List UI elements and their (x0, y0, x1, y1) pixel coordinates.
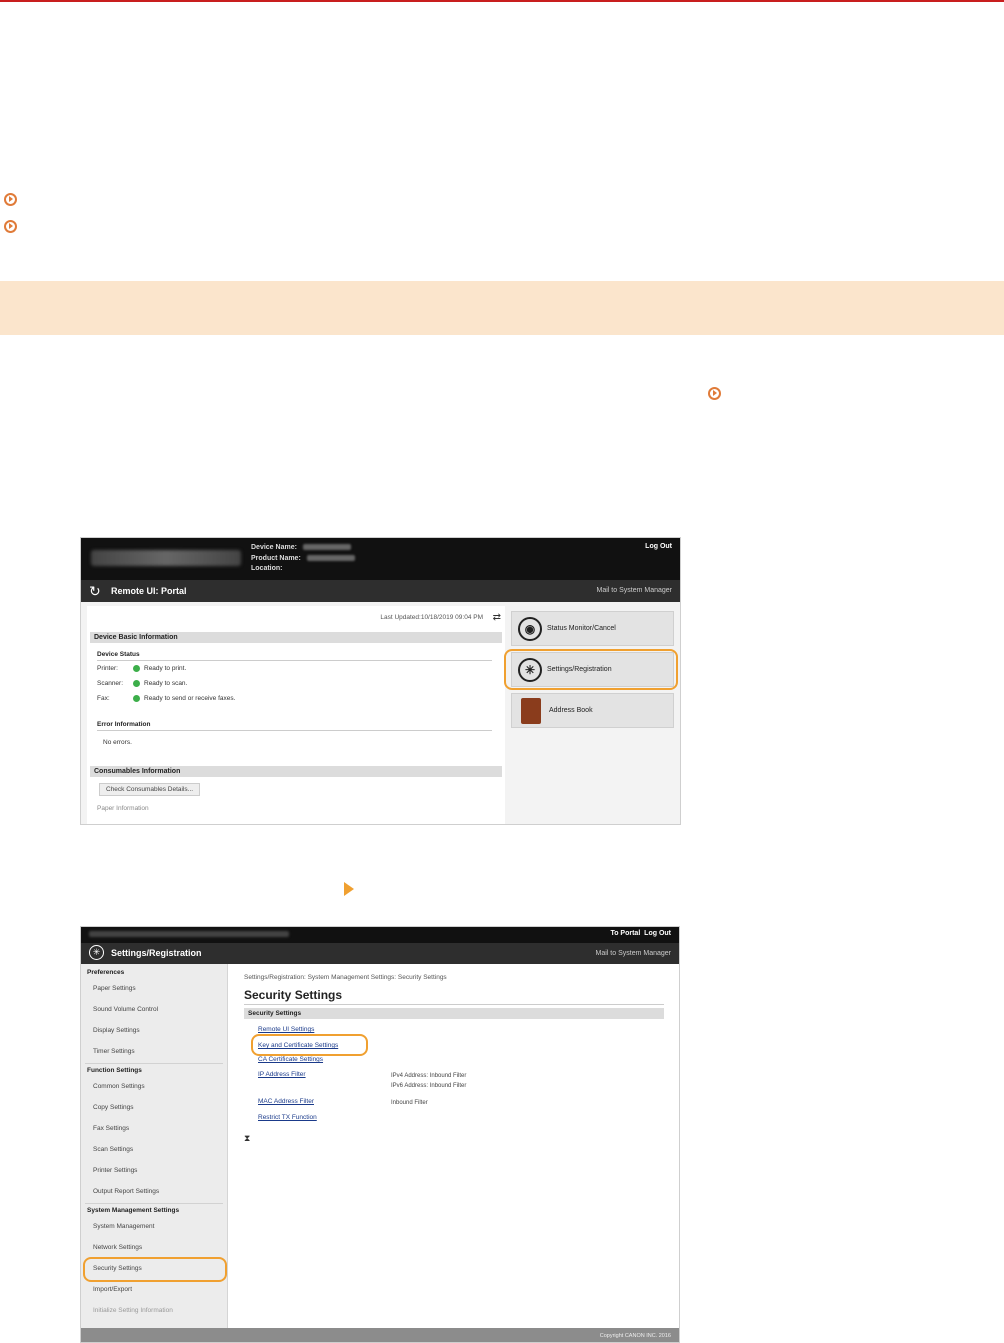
top-rule (0, 0, 1004, 2)
breadcrumb: Settings/Registration: System Management… (244, 974, 447, 981)
back-to-top-icon[interactable]: ⧗ (244, 1133, 250, 1144)
ip-address-filter-link[interactable]: IP Address Filter (258, 1071, 306, 1078)
blurred-device-path (89, 931, 289, 937)
highlight-ring (83, 1257, 227, 1282)
error-info-heading: Error Information (97, 721, 151, 728)
restrict-tx-link[interactable]: Restrict TX Function (258, 1114, 317, 1121)
status-row-scanner: Scanner: Ready to scan. (97, 680, 188, 687)
no-errors-text: No errors. (103, 739, 132, 746)
step-arrow-icon (344, 882, 354, 896)
mac-address-filter-link[interactable]: MAC Address Filter (258, 1098, 314, 1105)
nav-group-function: Function Settings (87, 1067, 142, 1074)
address-book-tile[interactable]: Address Book (511, 693, 674, 728)
status-row-fax: Fax: Ready to send or receive faxes. (97, 695, 236, 702)
status-monitor-tile[interactable]: ◉ Status Monitor/Cancel (511, 611, 674, 646)
device-info: Device Name: Product Name: Location: (251, 543, 355, 575)
highlight-ring (504, 649, 678, 690)
paper-info-label: Paper Information (97, 805, 149, 812)
nav-scan-settings[interactable]: Scan Settings (93, 1146, 133, 1153)
divider (97, 660, 492, 661)
refresh-icon[interactable]: ⇄ (493, 612, 501, 623)
remote-ui-portal-screenshot: Device Name: Product Name: Location: Log… (80, 537, 681, 825)
product-logo (91, 550, 241, 566)
remote-ui-settings-link[interactable]: Remote UI Settings (258, 1026, 314, 1033)
device-name-label: Device Name: (251, 544, 297, 551)
header-links: To Portal Log Out (610, 930, 671, 937)
consumables-info-header: Consumables Information (90, 766, 502, 777)
device-status-heading: Device Status (97, 651, 140, 658)
section-header: Security Settings (244, 1008, 664, 1019)
logout-link[interactable]: Log Out (645, 543, 672, 550)
related-link-2[interactable] (4, 220, 17, 233)
copyright: Copyright CANON INC. 2016 (599, 1333, 671, 1339)
logout-link[interactable]: Log Out (644, 930, 671, 937)
nav-initialize[interactable]: Initialize Setting Information (93, 1307, 173, 1314)
portal-header: Device Name: Product Name: Location: Log… (81, 538, 680, 580)
title-divider (244, 1004, 664, 1005)
arrow-circle-icon (4, 220, 17, 233)
inbound-note: Inbound Filter (391, 1100, 428, 1106)
ready-dot-icon (133, 695, 140, 702)
portal-title-bar: ↻ Remote UI: Portal Mail to System Manag… (81, 580, 680, 602)
last-updated: Last Updated:10/18/2019 09:04 PM (380, 614, 483, 621)
nav-group-system: System Management Settings (87, 1207, 180, 1214)
device-basic-info-header: Device Basic Information (90, 632, 502, 643)
settings-registration-screenshot: To Portal Log Out ✳ Settings/Registratio… (80, 926, 680, 1343)
nav-output-report[interactable]: Output Report Settings (93, 1188, 159, 1195)
inline-link-arrow-icon[interactable] (708, 387, 721, 400)
security-settings-panel: Settings/Registration: System Management… (236, 964, 676, 1328)
settings-title-bar: ✳ Settings/Registration Mail to System M… (81, 943, 679, 964)
settings-header: To Portal Log Out (81, 927, 679, 943)
ipv4-note: IPv4 Address: Inbound Filter (391, 1073, 467, 1079)
mail-to-manager-link[interactable]: Mail to System Manager (597, 587, 672, 594)
nav-timer-settings[interactable]: Timer Settings (93, 1048, 135, 1055)
highlight-ring (251, 1034, 368, 1056)
address-book-icon (521, 697, 541, 724)
product-name-label: Product Name: (251, 554, 301, 562)
settings-footer: Copyright CANON INC. 2016 (81, 1328, 679, 1342)
related-link-1[interactable] (4, 193, 17, 206)
nav-sound-volume[interactable]: Sound Volume Control (93, 1006, 158, 1013)
ca-cert-settings-link[interactable]: CA Certificate Settings (258, 1056, 323, 1063)
status-row-printer: Printer: Ready to print. (97, 665, 187, 672)
nav-divider (85, 1063, 223, 1064)
settings-asterisk-icon: ✳ (89, 945, 104, 960)
portal-title: Remote UI: Portal (111, 586, 187, 596)
nav-copy-settings[interactable]: Copy Settings (93, 1104, 133, 1111)
location-label: Location: (251, 565, 283, 572)
nav-fax-settings[interactable]: Fax Settings (93, 1125, 129, 1132)
to-portal-link[interactable]: To Portal (610, 930, 640, 937)
nav-import-export[interactable]: Import/Export (93, 1286, 132, 1293)
mail-to-manager-link[interactable]: Mail to System Manager (596, 950, 671, 957)
ready-dot-icon (133, 665, 140, 672)
portal-icon: ↻ (89, 583, 101, 599)
nav-common-settings[interactable]: Common Settings (93, 1083, 145, 1090)
section-heading-band (0, 281, 1004, 335)
check-consumables-button[interactable]: Check Consumables Details... (99, 783, 201, 796)
ipv6-note: IPv6 Address: Inbound Filter (391, 1083, 467, 1089)
nav-divider (85, 1203, 223, 1204)
eye-icon: ◉ (518, 616, 542, 641)
nav-network-settings[interactable]: Network Settings (93, 1244, 142, 1251)
nav-paper-settings[interactable]: Paper Settings (93, 985, 136, 992)
nav-system-management[interactable]: System Management (93, 1223, 154, 1230)
ready-dot-icon (133, 680, 140, 687)
divider (97, 730, 492, 731)
nav-display-settings[interactable]: Display Settings (93, 1027, 140, 1034)
settings-title: Settings/Registration (111, 948, 202, 958)
nav-group-preferences: Preferences (87, 969, 125, 976)
page-title: Security Settings (244, 988, 343, 1002)
nav-printer-settings[interactable]: Printer Settings (93, 1167, 137, 1174)
arrow-circle-icon (4, 193, 17, 206)
portal-main-panel: Last Updated:10/18/2019 09:04 PM ⇄ Devic… (87, 606, 505, 824)
